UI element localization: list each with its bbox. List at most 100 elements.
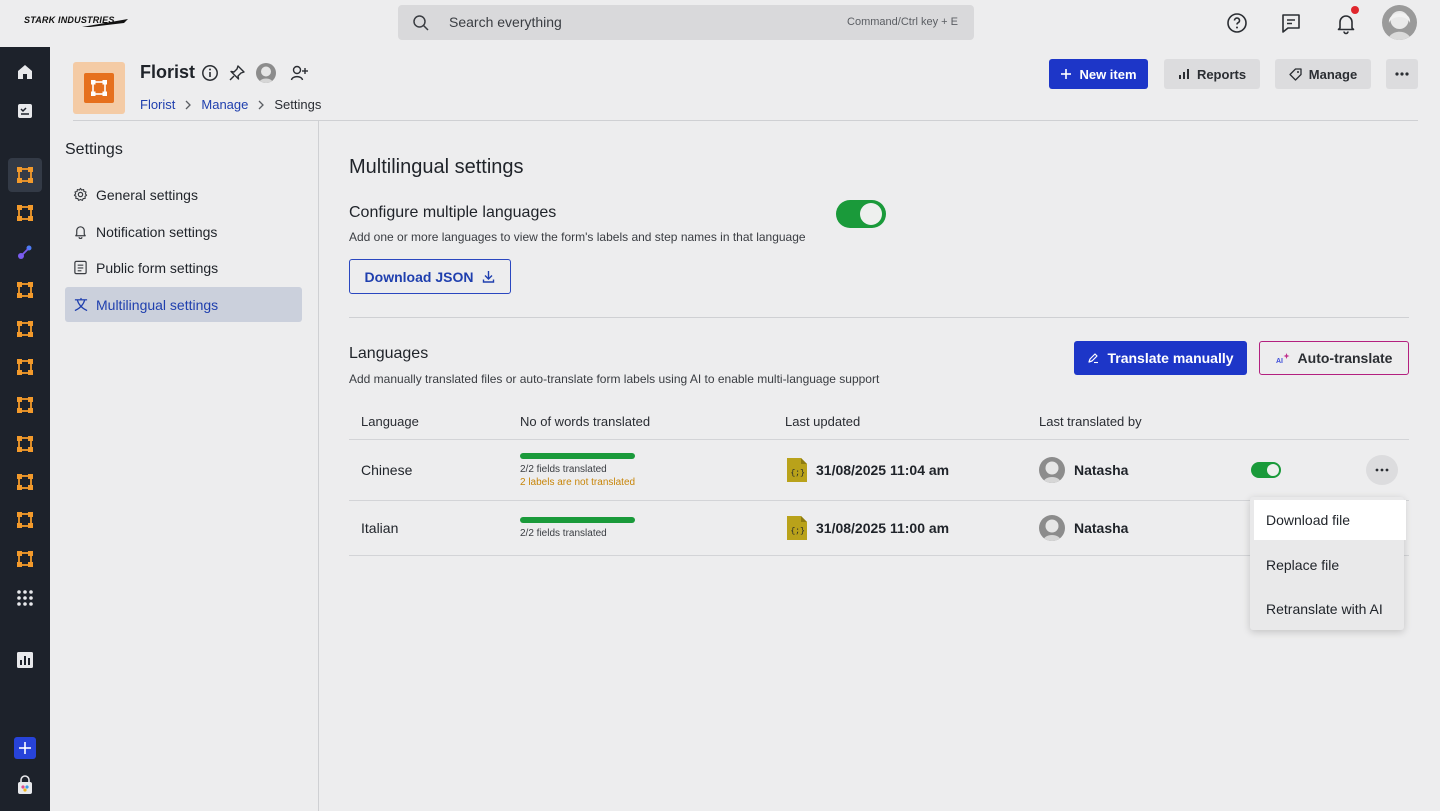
nav-divider xyxy=(318,121,319,811)
member-avatar[interactable] xyxy=(256,63,276,83)
translation-progress-bar xyxy=(520,517,635,523)
new-item-button[interactable]: New item xyxy=(1049,59,1148,89)
rail-app-10[interactable] xyxy=(8,503,42,537)
avatar-image xyxy=(256,63,276,83)
translation-progress-bar xyxy=(520,453,635,459)
language-enable-toggle[interactable] xyxy=(1251,462,1281,478)
download-json-button[interactable]: Download JSON xyxy=(349,259,511,294)
app-process-icon xyxy=(17,551,33,567)
app-process-icon xyxy=(17,397,33,413)
rail-app-5[interactable] xyxy=(8,312,42,346)
more-horizontal-icon xyxy=(1395,72,1409,76)
more-options-button[interactable] xyxy=(1386,59,1418,89)
rail-home[interactable] xyxy=(8,55,42,89)
help-icon[interactable] xyxy=(1225,11,1249,35)
bar-chart-icon xyxy=(1178,69,1189,79)
workflow-icon xyxy=(18,245,32,259)
reports-button[interactable]: Reports xyxy=(1164,59,1260,89)
last-updated-date: 31/08/2025 11:00 am xyxy=(816,520,950,536)
translate-manually-button[interactable]: Translate manually xyxy=(1074,341,1247,375)
shopping-bag-icon xyxy=(18,775,32,794)
column-header-translated-by: Last translated by xyxy=(1039,414,1142,429)
auto-translate-button[interactable]: AI Auto-translate xyxy=(1259,341,1409,375)
plus-icon xyxy=(1061,69,1072,79)
search-input[interactable]: Search everything xyxy=(449,14,562,30)
nav-public-form-settings[interactable]: Public form settings xyxy=(65,250,302,285)
rail-app-9[interactable] xyxy=(8,465,42,499)
nav-item-label: Public form settings xyxy=(96,259,219,276)
rail-app-florist[interactable] xyxy=(8,158,42,192)
multilingual-toggle[interactable] xyxy=(836,200,886,228)
fields-translated-text: 2/2 fields translated xyxy=(520,528,607,539)
header-divider xyxy=(73,120,1418,121)
pin-icon[interactable] xyxy=(228,64,246,82)
nav-notification-settings[interactable]: Notification settings xyxy=(65,214,302,249)
breadcrumb-florist[interactable]: Florist xyxy=(140,97,175,112)
plus-icon xyxy=(14,737,36,759)
bell-icon xyxy=(75,226,86,239)
search-icon xyxy=(413,15,429,31)
breadcrumb: Florist Manage Settings xyxy=(140,97,321,112)
rail-create-button[interactable] xyxy=(8,731,42,765)
nav-item-label: Notification settings xyxy=(96,223,218,240)
translate-manually-label: Translate manually xyxy=(1107,350,1234,366)
toggle-knob xyxy=(860,203,882,225)
new-item-label: New item xyxy=(1079,66,1137,82)
app-process-icon xyxy=(17,167,33,183)
svg-text:AI: AI xyxy=(1276,358,1283,365)
languages-description: Add manually translated files or auto-tr… xyxy=(349,372,880,386)
menu-retranslate-ai[interactable]: Retranslate with AI xyxy=(1250,589,1404,629)
row-more-button[interactable] xyxy=(1366,455,1398,485)
nav-general-settings[interactable]: General settings xyxy=(65,177,302,212)
rail-store[interactable] xyxy=(8,768,42,802)
global-search[interactable]: Search everything Command/Ctrl key + E xyxy=(398,5,974,40)
ai-sparkle-icon: AI xyxy=(1276,352,1290,365)
rail-app-2[interactable] xyxy=(8,196,42,230)
nav-multilingual-settings[interactable]: Multilingual settings xyxy=(65,287,302,322)
translate-icon xyxy=(74,297,87,312)
rail-app-8[interactable] xyxy=(8,427,42,461)
rail-app-6[interactable] xyxy=(8,350,42,384)
logo-swoosh-icon xyxy=(82,19,128,27)
rail-app-11[interactable] xyxy=(8,542,42,576)
add-user-icon[interactable] xyxy=(290,64,309,82)
app-process-icon xyxy=(17,321,33,337)
settings-nav-title: Settings xyxy=(65,141,123,158)
translator-avatar xyxy=(1039,457,1065,483)
app-process-icon xyxy=(17,474,33,490)
nav-item-label: Multilingual settings xyxy=(96,296,219,313)
user-avatar[interactable] xyxy=(1382,5,1417,40)
app-process-icon xyxy=(17,436,33,452)
rail-all-apps[interactable] xyxy=(8,581,42,615)
rail-app-3[interactable] xyxy=(8,235,42,269)
download-json-label: Download JSON xyxy=(364,268,474,285)
app-rail xyxy=(0,47,50,811)
breadcrumb-manage[interactable]: Manage xyxy=(201,97,248,112)
json-file-icon[interactable]: {;} xyxy=(787,458,807,482)
more-horizontal-icon xyxy=(1375,468,1389,472)
app-process-icon xyxy=(17,359,33,375)
manage-tag-icon xyxy=(1289,67,1302,81)
json-file-icon[interactable]: {;} xyxy=(787,516,807,540)
search-shortcut-hint: Command/Ctrl key + E xyxy=(847,16,958,28)
nav-item-label: General settings xyxy=(96,186,198,203)
translator-name: Natasha xyxy=(1074,520,1129,536)
manage-button[interactable]: Manage xyxy=(1275,59,1371,89)
translator-name: Natasha xyxy=(1074,462,1129,478)
fields-translated-text: 2/2 fields translated xyxy=(520,464,607,475)
rail-reports[interactable] xyxy=(8,643,42,677)
menu-download-file[interactable]: Download file xyxy=(1254,500,1406,540)
chevron-right-icon xyxy=(258,100,265,109)
rail-app-4[interactable] xyxy=(8,273,42,307)
pen-hand-icon xyxy=(1088,353,1099,364)
menu-replace-file[interactable]: Replace file xyxy=(1250,545,1404,585)
language-name: Italian xyxy=(361,520,399,536)
section-divider xyxy=(349,317,1409,318)
breadcrumb-settings: Settings xyxy=(274,97,322,112)
rail-app-7[interactable] xyxy=(8,388,42,422)
chat-icon[interactable] xyxy=(1279,11,1303,35)
notifications-bell-icon[interactable] xyxy=(1334,11,1358,35)
row-actions-menu: Download file Replace file Retranslate w… xyxy=(1250,497,1406,630)
info-icon[interactable] xyxy=(201,64,219,82)
rail-tasks[interactable] xyxy=(8,94,42,128)
